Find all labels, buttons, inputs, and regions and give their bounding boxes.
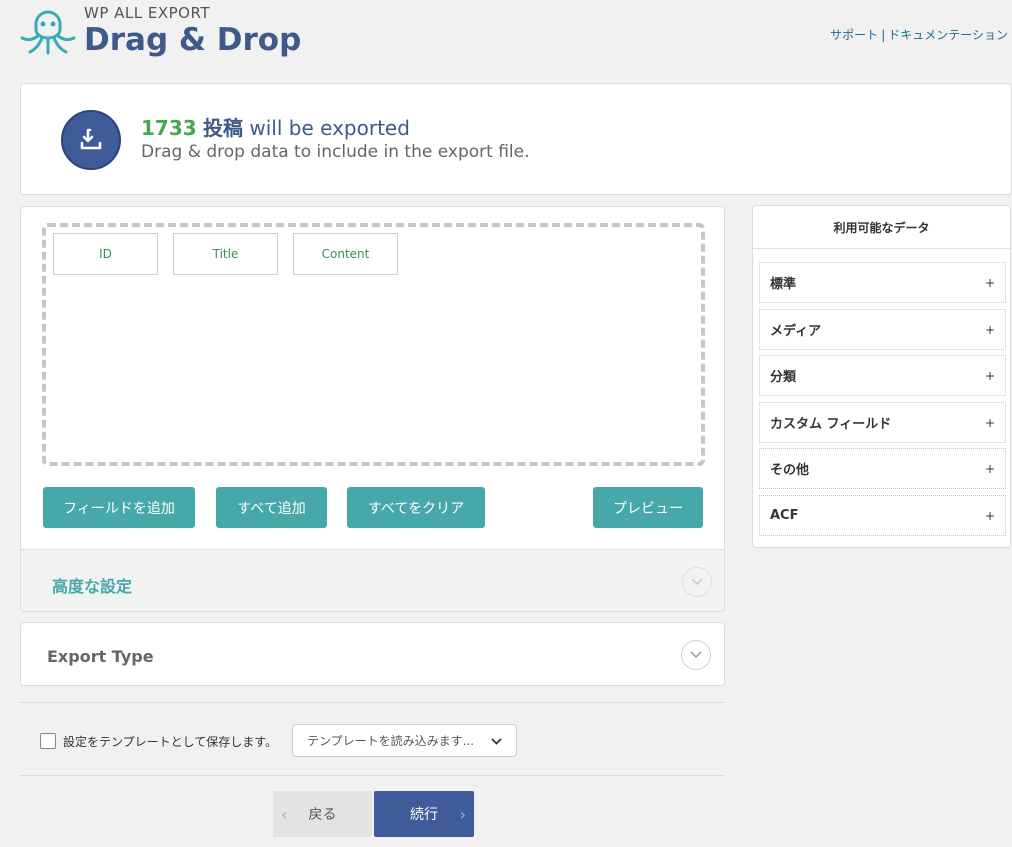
category-label: その他	[770, 463, 810, 478]
plus-icon: +	[984, 508, 995, 523]
octopus-logo-icon	[18, 2, 78, 58]
field-chip-title[interactable]: Title	[173, 233, 278, 275]
plus-icon: +	[984, 368, 995, 383]
brand-name: WP ALL EXPORT	[84, 4, 210, 22]
load-template-value: テンプレートを読み込みます...	[307, 734, 475, 748]
export-summary-card: 1733 投稿 will be exported Drag & drop dat…	[20, 83, 1012, 195]
category-label: カスタム フィールド	[770, 417, 892, 432]
header-links: サポート | ドキュメンテーション	[830, 26, 1008, 43]
category-label: 標準	[770, 277, 797, 292]
plus-icon: +	[984, 415, 995, 430]
add-field-button[interactable]: フィールドを追加	[43, 487, 195, 528]
back-button[interactable]: ‹ 戻る	[273, 791, 372, 837]
field-chip-id[interactable]: ID	[53, 233, 158, 275]
category-taxonomies[interactable]: 分類 +	[759, 355, 1006, 396]
drop-zone[interactable]: ID Title Content	[42, 223, 705, 466]
continue-button[interactable]: 続行 ›	[374, 791, 474, 837]
back-label: 戻る	[308, 807, 337, 823]
chevron-down-icon	[491, 734, 502, 748]
category-acf[interactable]: ACF +	[759, 495, 1006, 536]
chevron-down-icon[interactable]	[682, 567, 712, 597]
available-data-panel: 利用可能なデータ 標準 + メディア + 分類 + カスタム フィールド + そ…	[752, 205, 1011, 548]
save-template-checkbox[interactable]	[40, 733, 56, 749]
export-type-toggle[interactable]: Export Type	[20, 622, 725, 686]
chevron-down-icon[interactable]	[681, 640, 711, 670]
plus-icon: +	[984, 322, 995, 337]
category-custom-fields[interactable]: カスタム フィールド +	[759, 402, 1006, 443]
add-all-button[interactable]: すべて追加	[216, 487, 327, 528]
load-template-select[interactable]: テンプレートを読み込みます...	[292, 724, 517, 757]
continue-label: 続行	[410, 807, 438, 823]
advanced-settings-toggle[interactable]: 高度な設定	[21, 549, 724, 611]
advanced-settings-label: 高度な設定	[52, 577, 133, 596]
chevron-left-icon: ‹	[281, 804, 288, 824]
export-count-line: 1733 投稿 will be exported	[141, 112, 410, 141]
post-type: 投稿	[203, 116, 244, 140]
category-standard[interactable]: 標準 +	[759, 262, 1006, 303]
page-title: Drag & Drop	[84, 22, 302, 58]
category-media[interactable]: メディア +	[759, 309, 1006, 350]
export-count: 1733	[141, 116, 197, 140]
category-label: メディア	[770, 324, 822, 339]
divider	[20, 702, 725, 703]
link-separator: |	[881, 28, 886, 42]
preview-button[interactable]: プレビュー	[593, 487, 703, 528]
available-data-title: 利用可能なデータ	[753, 206, 1010, 249]
plus-icon: +	[984, 275, 995, 290]
export-type-label: Export Type	[47, 647, 154, 666]
save-template-label: 設定をテンプレートとして保存します。	[63, 735, 278, 749]
chevron-right-icon: ›	[459, 804, 466, 824]
export-fields-panel: ID Title Content フィールドを追加 すべて追加 すべてをクリア …	[20, 206, 725, 612]
category-label: ACF	[770, 508, 799, 523]
documentation-link[interactable]: ドキュメンテーション	[888, 28, 1008, 42]
field-chip-content[interactable]: Content	[293, 233, 398, 275]
plus-icon: +	[984, 461, 995, 476]
category-label: 分類	[770, 370, 797, 385]
category-other[interactable]: その他 +	[759, 448, 1006, 489]
clear-all-button[interactable]: すべてをクリア	[347, 487, 485, 528]
download-icon	[61, 110, 121, 170]
divider	[20, 775, 725, 776]
export-subtitle: Drag & drop data to include in the expor…	[141, 142, 530, 162]
support-link[interactable]: サポート	[830, 28, 878, 42]
export-suffix: will be exported	[249, 116, 410, 140]
